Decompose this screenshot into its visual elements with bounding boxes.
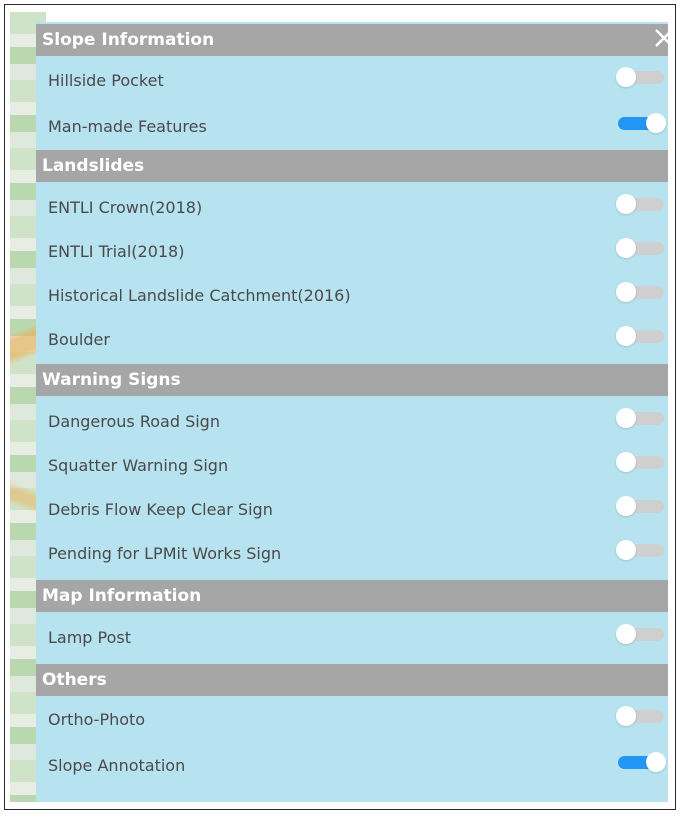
section-header-others: Others <box>36 664 668 696</box>
section-header-slope-information: Slope Information <box>36 24 668 56</box>
section-header-warning-signs: Warning Signs <box>36 364 668 396</box>
toggle-historical-landslide-catchment[interactable] <box>616 282 666 302</box>
toggle-pending-lpmit-works-sign[interactable] <box>616 540 666 560</box>
section-header-map-information: Map Information <box>36 580 668 612</box>
section-header-landslides: Landslides <box>36 150 668 182</box>
toggle-slope-annotation[interactable] <box>616 752 666 772</box>
toggle-man-made-features[interactable] <box>616 113 666 133</box>
layer-label-ortho-photo: Ortho-Photo <box>48 710 146 729</box>
toggle-entli-crown[interactable] <box>616 194 666 214</box>
close-icon <box>655 29 673 47</box>
layer-label-hillside-pocket: Hillside Pocket <box>48 71 164 90</box>
layer-label-boulder: Boulder <box>48 330 110 349</box>
layer-label-debris-flow-keep-clear-sign: Debris Flow Keep Clear Sign <box>48 500 273 519</box>
toggle-hillside-pocket[interactable] <box>616 67 666 87</box>
toggle-squatter-warning-sign[interactable] <box>616 452 666 472</box>
layer-label-squatter-warning-sign: Squatter Warning Sign <box>48 456 229 475</box>
toggle-ortho-photo[interactable] <box>616 706 666 726</box>
toggle-boulder[interactable] <box>616 326 666 346</box>
layer-label-entli-trial: ENTLI Trial(2018) <box>48 242 185 261</box>
toggle-debris-flow-keep-clear-sign[interactable] <box>616 496 666 516</box>
layer-label-dangerous-road-sign: Dangerous Road Sign <box>48 412 220 431</box>
layer-label-man-made-features: Man-made Features <box>48 117 207 136</box>
layer-label-historical-landslide-catchment: Historical Landslide Catchment(2016) <box>48 286 351 305</box>
toggle-dangerous-road-sign[interactable] <box>616 408 666 428</box>
layer-label-entli-crown: ENTLI Crown(2018) <box>48 198 203 217</box>
toggle-lamp-post[interactable] <box>616 624 666 644</box>
layer-label-slope-annotation: Slope Annotation <box>48 756 186 775</box>
toggle-entli-trial[interactable] <box>616 238 666 258</box>
layer-label-pending-lpmit-works-sign: Pending for LPMit Works Sign <box>48 544 282 563</box>
layer-label-lamp-post: Lamp Post <box>48 628 132 647</box>
close-button[interactable] <box>653 27 675 49</box>
